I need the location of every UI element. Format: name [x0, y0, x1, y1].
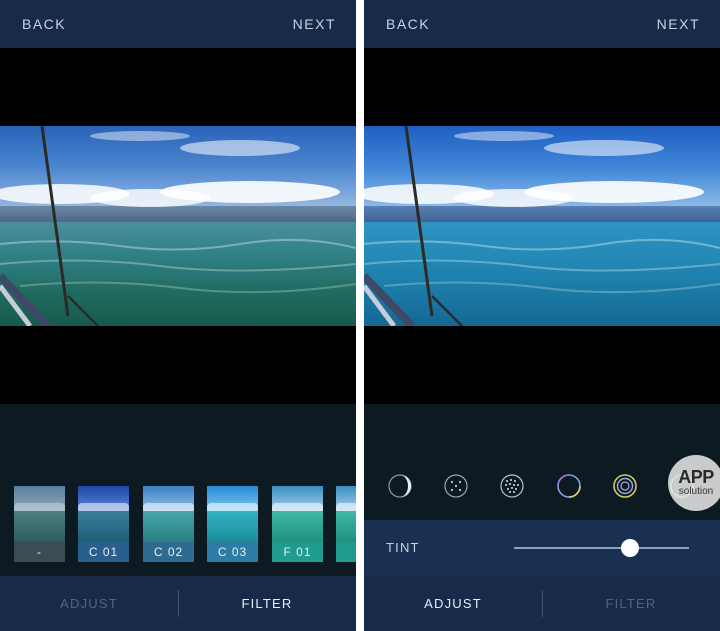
- filter-label: F 01: [272, 542, 323, 562]
- filter-label: C 02: [143, 542, 194, 562]
- photo-details: [0, 126, 356, 326]
- letterbox-top: [0, 48, 356, 126]
- letterbox-bottom: [0, 326, 356, 404]
- adjust-tray: TINT: [364, 404, 720, 576]
- filter-strip[interactable]: - C 01 C 02 C 03 F 01: [14, 486, 356, 562]
- tint-slider-knob[interactable]: [620, 539, 639, 557]
- adjust-screen: BACK NEXT TINT ADJUST FILTER: [364, 0, 720, 631]
- letterbox-bottom: [364, 326, 720, 404]
- filter-thumb-f01[interactable]: F 01: [272, 486, 323, 562]
- filter-thumb-image: [272, 486, 323, 542]
- filter-thumb-c01[interactable]: C 01: [78, 486, 129, 562]
- tab-filter[interactable]: FILTER: [542, 576, 720, 631]
- double-ring-icon[interactable]: [611, 472, 639, 500]
- back-button[interactable]: BACK: [386, 16, 430, 32]
- top-bar: BACK NEXT: [364, 0, 720, 48]
- letterbox-top: [364, 48, 720, 126]
- watermark-line2: solution: [678, 486, 714, 497]
- filter-tray: - C 01 C 02 C 03 F 01: [0, 404, 356, 576]
- next-button[interactable]: NEXT: [657, 16, 700, 32]
- filter-thumb-original[interactable]: -: [14, 486, 65, 562]
- app-solution-watermark: APP solution: [668, 455, 720, 511]
- filter-thumb-f02[interactable]: F: [336, 486, 356, 562]
- filter-thumb-image: [14, 486, 65, 542]
- bottom-tab-bar: ADJUST FILTER: [0, 576, 356, 631]
- filter-label: C 01: [78, 542, 129, 562]
- grain-icon[interactable]: [498, 472, 526, 500]
- tint-slider[interactable]: [514, 539, 689, 557]
- filter-thumb-image: [143, 486, 194, 542]
- adjust-tools: [364, 464, 720, 508]
- color-ring-icon[interactable]: [555, 472, 583, 500]
- back-button[interactable]: BACK: [22, 16, 66, 32]
- filter-thumb-c03[interactable]: C 03: [207, 486, 258, 562]
- bottom-tab-bar: ADJUST FILTER: [364, 576, 720, 631]
- filter-thumb-c02[interactable]: C 02: [143, 486, 194, 562]
- photo-preview: [364, 126, 720, 326]
- filter-thumb-image: [78, 486, 129, 542]
- tab-filter[interactable]: FILTER: [178, 576, 356, 631]
- filter-thumb-image: [207, 486, 258, 542]
- tab-adjust[interactable]: ADJUST: [364, 576, 542, 631]
- filter-screen: BACK NEXT - C 01 C 02 C 03 F 01 ADJUST F…: [0, 0, 356, 631]
- filter-thumb-image: [336, 486, 356, 542]
- watermark-line1: APP: [678, 467, 714, 487]
- tint-control: TINT: [364, 520, 720, 576]
- filter-label: F: [336, 542, 356, 562]
- photo-preview: [0, 126, 356, 326]
- filter-label: -: [14, 542, 65, 562]
- photo-details: [364, 126, 720, 326]
- next-button[interactable]: NEXT: [293, 16, 336, 32]
- top-bar: BACK NEXT: [0, 0, 356, 48]
- tint-label: TINT: [386, 540, 420, 555]
- filter-label: C 03: [207, 542, 258, 562]
- crescent-icon[interactable]: [386, 472, 414, 500]
- tab-adjust[interactable]: ADJUST: [0, 576, 178, 631]
- dotted-circle-icon[interactable]: [442, 472, 470, 500]
